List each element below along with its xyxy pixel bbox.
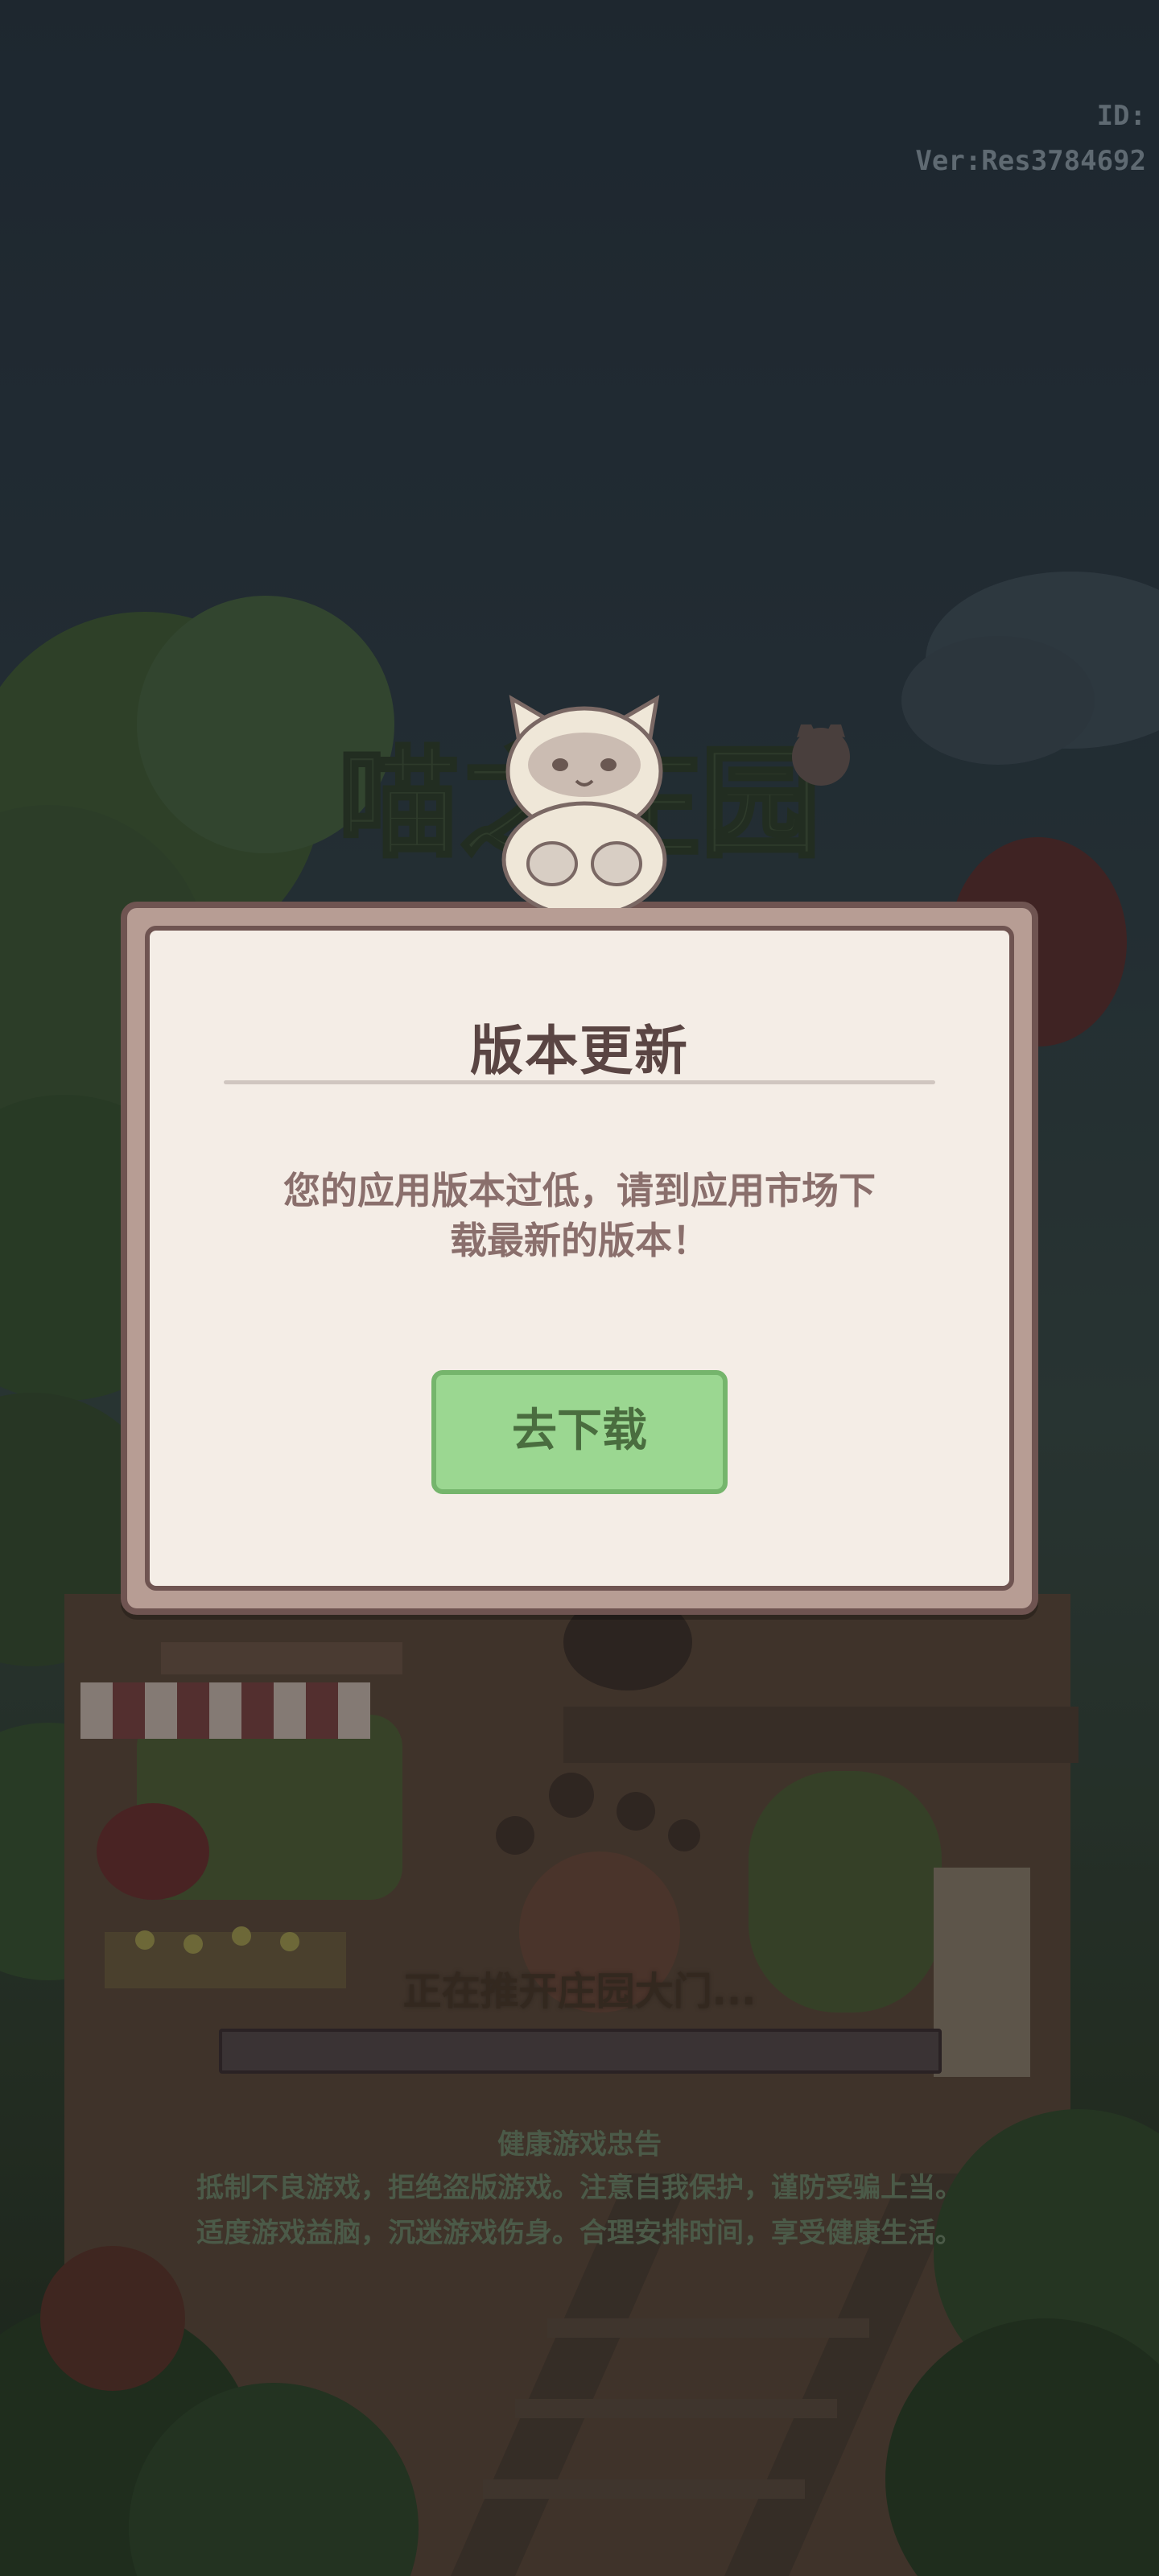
version-label: Ver:Res3784692 (915, 145, 1146, 177)
health-notice-title: 健康游戏忠告 (497, 2128, 662, 2161)
dialog-message-line: 载最新的版本！ (450, 1219, 709, 1262)
id-label: ID: (1096, 100, 1146, 132)
cat-mascot-icon (501, 695, 667, 908)
download-button[interactable]: 去下载 (431, 1370, 728, 1494)
dialog-message: 您的应用版本过低，请到应用市场下 载最新的版本！ (198, 1166, 961, 1265)
dialog-panel: 版本更新 您的应用版本过低，请到应用市场下 载最新的版本！ 去下载 (145, 926, 1014, 1591)
version-info: ID: Ver:Res3784692 (915, 93, 1146, 184)
health-notice-line: 适度游戏益脑，沉迷游戏伤身。合理安排时间，享受健康生活。 (196, 2217, 963, 2249)
loading-text: 正在推开庄园大门... (402, 1969, 757, 2014)
game-loading-screen: 喵之庄园 ID: Ver:Res3784692 版本更新 您的应用版本过低，请到… (0, 0, 1159, 2576)
dialog-message-line: 您的应用版本过低，请到应用市场下 (283, 1169, 876, 1212)
dialog-divider (224, 1080, 935, 1084)
dialog-title: 版本更新 (470, 1020, 689, 1082)
health-notice-line: 抵制不良游戏，拒绝盗版游戏。注意自我保护，谨防受骗上当。 (196, 2172, 963, 2204)
version-update-dialog: 版本更新 您的应用版本过低，请到应用市场下 载最新的版本！ 去下载 (121, 902, 1038, 1615)
loading-progress-bar (219, 2029, 942, 2074)
